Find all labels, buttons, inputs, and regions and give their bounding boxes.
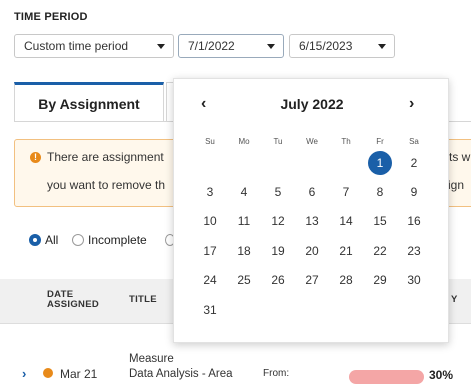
calendar-day[interactable]: 15 [366, 209, 394, 233]
radio-incomplete[interactable] [72, 234, 84, 246]
weekday-su: Su [205, 137, 215, 146]
calendar-day[interactable]: 10 [196, 209, 224, 233]
calendar-day[interactable]: 9 [400, 180, 428, 204]
calendar-day[interactable]: 25 [230, 268, 258, 292]
start-date-select[interactable]: 7/1/2022 [178, 34, 284, 58]
period-select-value: Custom time period [24, 39, 129, 53]
calendar-day[interactable]: 8 [366, 180, 394, 204]
tab-by-assignment[interactable]: By Assignment [14, 82, 164, 122]
calendar-day[interactable]: 19 [264, 239, 292, 263]
row-from-label: From: [263, 368, 290, 379]
column-header-title[interactable]: TITLE [129, 295, 157, 305]
end-date-value: 6/15/2023 [299, 39, 353, 53]
calendar-day[interactable]: 21 [332, 239, 360, 263]
calendar-day[interactable]: 28 [332, 268, 360, 292]
radio-incomplete-label: Incomplete [88, 233, 147, 247]
weekday-th: Th [341, 137, 351, 146]
calendar-day[interactable]: 17 [196, 239, 224, 263]
calendar-day[interactable]: 3 [196, 180, 224, 204]
period-select[interactable]: Custom time period [14, 34, 174, 58]
row-percent: 30% [429, 368, 454, 382]
column-header-right[interactable]: Y [451, 295, 458, 305]
calendar-day[interactable]: 20 [298, 239, 326, 263]
weekday-fr: Fr [376, 137, 384, 146]
chevron-down-icon [378, 43, 386, 49]
chevron-down-icon [267, 43, 275, 49]
radio-all-label: All [45, 233, 59, 247]
calendar-day[interactable]: 5 [264, 180, 292, 204]
calendar-day[interactable]: 23 [400, 239, 428, 263]
end-date-select[interactable]: 6/15/2023 [289, 34, 395, 58]
calendar-day[interactable]: 4 [230, 180, 258, 204]
warning-icon [43, 368, 53, 378]
calendar-day[interactable]: 7 [332, 180, 360, 204]
alert-text-line2: you want to remove th [47, 178, 166, 192]
row-title-line2[interactable]: Data Analysis - Area [129, 368, 233, 380]
calendar-day[interactable]: 13 [298, 209, 326, 233]
start-date-value: 7/1/2022 [188, 39, 235, 53]
next-month-chevron-icon[interactable]: › [409, 95, 414, 113]
column-header-date-assigned[interactable]: DATE ASSIGNED [47, 290, 99, 310]
calendar-day[interactable]: 31 [196, 298, 224, 322]
row-title-line1[interactable]: Measure [129, 353, 174, 365]
weekday-sa: Sa [409, 137, 419, 146]
calendar-day[interactable]: 30 [400, 268, 428, 292]
calendar-day[interactable]: 29 [366, 268, 394, 292]
weekday-mo: Mo [238, 137, 250, 146]
calendar-day-selected[interactable]: 1 [368, 151, 392, 175]
radio-all[interactable] [29, 234, 41, 246]
prev-month-chevron-icon[interactable]: ‹ [201, 95, 206, 113]
progress-bar [349, 370, 424, 384]
calendar-day[interactable]: 2 [400, 151, 428, 175]
calendar-day[interactable]: 12 [264, 209, 292, 233]
alert-text-right1: ts w [449, 150, 471, 164]
calendar-day[interactable]: 14 [332, 209, 360, 233]
calendar-day[interactable]: 16 [400, 209, 428, 233]
weekday-tu: Tu [273, 137, 283, 146]
date-header-line2: ASSIGNED [47, 299, 100, 310]
weekday-we: We [306, 137, 318, 146]
calendar-day[interactable]: 22 [366, 239, 394, 263]
time-period-label: TIME PERIOD [14, 11, 88, 23]
calendar-day[interactable]: 26 [264, 268, 292, 292]
calendar-day[interactable]: 18 [230, 239, 258, 263]
alert-text-line1: There are assignment [47, 150, 164, 164]
calendar-day[interactable]: 6 [298, 180, 326, 204]
calendar-day[interactable]: 27 [298, 268, 326, 292]
warning-icon: ! [30, 152, 41, 163]
calendar-day[interactable]: 24 [196, 268, 224, 292]
calendar-day[interactable]: 11 [230, 209, 258, 233]
chevron-down-icon [157, 43, 165, 49]
